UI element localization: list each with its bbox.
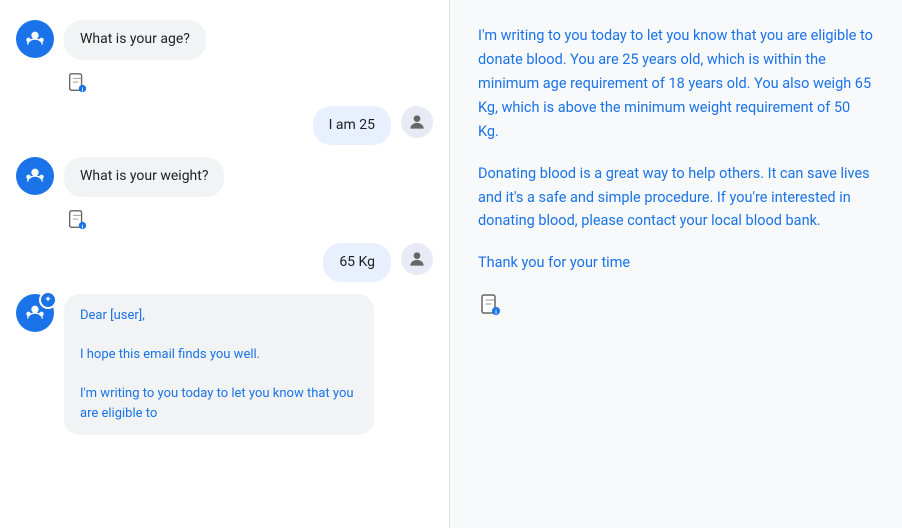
bot-avatar-2 (16, 157, 54, 195)
doc-icon-1: i (66, 72, 433, 94)
bot-bubble-email-preview: Dear [user], I hope this email finds you… (64, 294, 374, 435)
chat-row-bot-3: ✦ Dear [user], I hope this email finds y… (16, 294, 433, 435)
email-paragraph-2: Donating blood is a great way to help ot… (478, 162, 874, 234)
user-avatar-2 (401, 243, 433, 275)
chat-row-bot-1: What is your age? (16, 20, 433, 60)
sparkle-badge-icon: ✦ (39, 291, 57, 309)
email-doc-icon: i (478, 293, 874, 317)
bot-avatar-sparkle: ✦ (16, 294, 54, 332)
email-body: I'm writing to you today to let you know… (478, 24, 874, 275)
doc-icon-2: i (66, 209, 433, 231)
chat-panel[interactable]: What is your age? i I am 25 (0, 0, 450, 528)
email-preview-panel: I'm writing to you today to let you know… (450, 0, 902, 528)
user-avatar-1 (401, 106, 433, 138)
user-bubble-weight: 65 Kg (323, 243, 391, 283)
bot-avatar-1 (16, 20, 54, 58)
chat-row-user-2: 65 Kg (16, 243, 433, 283)
user-bubble-age: I am 25 (313, 106, 391, 146)
bot-bubble-age-question: What is your age? (64, 20, 206, 60)
chat-row-bot-2: What is your weight? (16, 157, 433, 197)
email-paragraph-1: I'm writing to you today to let you know… (478, 24, 874, 144)
chat-row-user-1: I am 25 (16, 106, 433, 146)
email-paragraph-3: Thank you for your time (478, 251, 874, 275)
bot-bubble-weight-question: What is your weight? (64, 157, 224, 197)
